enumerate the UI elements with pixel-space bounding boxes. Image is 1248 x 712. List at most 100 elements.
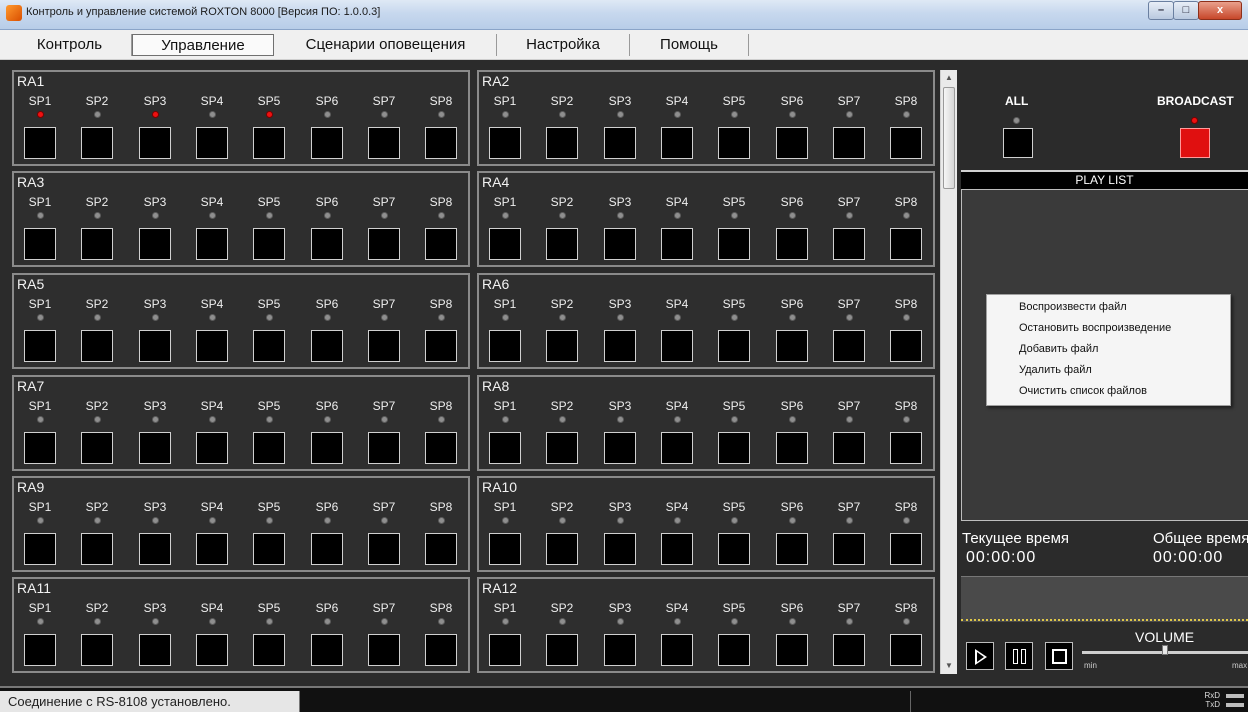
speaker-toggle-button[interactable] [368, 432, 400, 464]
speaker-toggle-button[interactable] [311, 634, 343, 666]
speaker-toggle-button[interactable] [196, 330, 228, 362]
speaker-toggle-button[interactable] [833, 330, 865, 362]
ctx-stop-playback[interactable]: Остановить воспроизведение [1019, 322, 1171, 334]
speaker-toggle-button[interactable] [253, 634, 285, 666]
speaker-toggle-button[interactable] [425, 127, 457, 159]
ctx-play-file[interactable]: Воспроизвести файл [1019, 301, 1127, 313]
speaker-toggle-button[interactable] [890, 330, 922, 362]
speaker-toggle-button[interactable] [489, 330, 521, 362]
speaker-toggle-button[interactable] [776, 533, 808, 565]
speaker-toggle-button[interactable] [425, 634, 457, 666]
speaker-toggle-button[interactable] [24, 330, 56, 362]
volume-slider-thumb[interactable] [1162, 645, 1168, 655]
play-button[interactable] [966, 642, 994, 670]
speaker-toggle-button[interactable] [139, 634, 171, 666]
speaker-toggle-button[interactable] [196, 533, 228, 565]
speaker-toggle-button[interactable] [833, 127, 865, 159]
speaker-toggle-button[interactable] [890, 533, 922, 565]
speaker-toggle-button[interactable] [81, 634, 113, 666]
speaker-toggle-button[interactable] [24, 432, 56, 464]
zones-scrollbar[interactable]: ▲ ▼ [940, 70, 957, 674]
speaker-toggle-button[interactable] [368, 228, 400, 260]
speaker-toggle-button[interactable] [139, 127, 171, 159]
speaker-toggle-button[interactable] [890, 432, 922, 464]
speaker-toggle-button[interactable] [489, 533, 521, 565]
ctx-delete-file[interactable]: Удалить файл [1019, 364, 1092, 376]
menu-item-scenarios[interactable]: Сценарии оповещения [275, 34, 497, 56]
speaker-toggle-button[interactable] [833, 228, 865, 260]
ctx-clear-list[interactable]: Очистить список файлов [1019, 385, 1147, 397]
speaker-toggle-button[interactable] [425, 228, 457, 260]
speaker-toggle-button[interactable] [718, 432, 750, 464]
speaker-toggle-button[interactable] [661, 127, 693, 159]
speaker-toggle-button[interactable] [661, 533, 693, 565]
speaker-toggle-button[interactable] [253, 127, 285, 159]
speaker-toggle-button[interactable] [196, 432, 228, 464]
speaker-toggle-button[interactable] [368, 634, 400, 666]
menu-item-settings[interactable]: Настройка [497, 34, 630, 56]
speaker-toggle-button[interactable] [253, 228, 285, 260]
minimize-button[interactable]: – [1148, 1, 1174, 20]
speaker-toggle-button[interactable] [368, 533, 400, 565]
speaker-toggle-button[interactable] [661, 432, 693, 464]
speaker-toggle-button[interactable] [139, 432, 171, 464]
speaker-toggle-button[interactable] [139, 533, 171, 565]
speaker-toggle-button[interactable] [196, 228, 228, 260]
speaker-toggle-button[interactable] [253, 330, 285, 362]
speaker-toggle-button[interactable] [546, 127, 578, 159]
stop-button[interactable] [1045, 642, 1073, 670]
speaker-toggle-button[interactable] [368, 330, 400, 362]
speaker-toggle-button[interactable] [661, 330, 693, 362]
scroll-thumb[interactable] [943, 87, 955, 189]
speaker-toggle-button[interactable] [368, 127, 400, 159]
menu-item-help[interactable]: Помощь [630, 34, 749, 56]
speaker-toggle-button[interactable] [311, 432, 343, 464]
speaker-toggle-button[interactable] [253, 533, 285, 565]
speaker-toggle-button[interactable] [196, 127, 228, 159]
menu-item-kontrol[interactable]: Контроль [8, 34, 132, 56]
speaker-toggle-button[interactable] [139, 330, 171, 362]
speaker-toggle-button[interactable] [24, 127, 56, 159]
speaker-toggle-button[interactable] [604, 634, 636, 666]
speaker-toggle-button[interactable] [718, 330, 750, 362]
speaker-toggle-button[interactable] [546, 330, 578, 362]
speaker-toggle-button[interactable] [425, 432, 457, 464]
speaker-toggle-button[interactable] [196, 634, 228, 666]
speaker-toggle-button[interactable] [81, 533, 113, 565]
speaker-toggle-button[interactable] [546, 533, 578, 565]
pause-button[interactable] [1005, 642, 1033, 670]
close-button[interactable]: x [1198, 1, 1242, 20]
speaker-toggle-button[interactable] [776, 432, 808, 464]
speaker-toggle-button[interactable] [890, 228, 922, 260]
speaker-toggle-button[interactable] [718, 634, 750, 666]
speaker-toggle-button[interactable] [546, 634, 578, 666]
all-button[interactable] [1003, 128, 1033, 158]
speaker-toggle-button[interactable] [604, 533, 636, 565]
speaker-toggle-button[interactable] [24, 533, 56, 565]
speaker-toggle-button[interactable] [833, 634, 865, 666]
speaker-toggle-button[interactable] [718, 228, 750, 260]
speaker-toggle-button[interactable] [604, 330, 636, 362]
speaker-toggle-button[interactable] [489, 634, 521, 666]
speaker-toggle-button[interactable] [425, 330, 457, 362]
speaker-toggle-button[interactable] [776, 330, 808, 362]
speaker-toggle-button[interactable] [311, 127, 343, 159]
speaker-toggle-button[interactable] [661, 634, 693, 666]
maximize-button[interactable]: □ [1173, 1, 1199, 20]
ctx-add-file[interactable]: Добавить файл [1019, 343, 1098, 355]
speaker-toggle-button[interactable] [546, 432, 578, 464]
scroll-down-icon[interactable]: ▼ [941, 658, 957, 674]
speaker-toggle-button[interactable] [24, 634, 56, 666]
menu-item-upravlenie[interactable]: Управление [132, 34, 274, 56]
speaker-toggle-button[interactable] [604, 228, 636, 260]
speaker-toggle-button[interactable] [833, 432, 865, 464]
speaker-toggle-button[interactable] [24, 228, 56, 260]
speaker-toggle-button[interactable] [604, 127, 636, 159]
speaker-toggle-button[interactable] [890, 127, 922, 159]
speaker-toggle-button[interactable] [890, 634, 922, 666]
speaker-toggle-button[interactable] [311, 533, 343, 565]
speaker-toggle-button[interactable] [718, 533, 750, 565]
speaker-toggle-button[interactable] [81, 127, 113, 159]
speaker-toggle-button[interactable] [604, 432, 636, 464]
speaker-toggle-button[interactable] [718, 127, 750, 159]
